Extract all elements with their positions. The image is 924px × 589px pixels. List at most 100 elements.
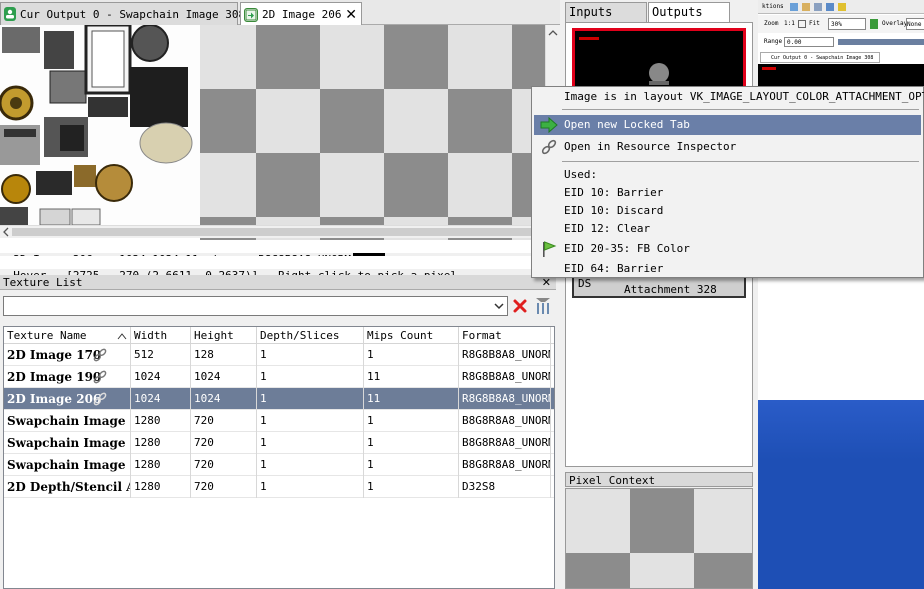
tab-2d-image-206[interactable]: 2D Image 206 ✕ — [240, 2, 362, 26]
actions-label: ktions — [762, 3, 784, 10]
texture-filter-combo[interactable] — [3, 296, 508, 316]
table-row[interactable]: Swapchain Image 3(1280 720 1 1 B8G8R8A8_UNOR… — [4, 410, 554, 432]
tab-inputs[interactable]: Inputs — [565, 2, 647, 22]
cell-format: R8G8B8A8_UNORM — [459, 366, 551, 388]
pixel-context-title: Pixel Context — [569, 474, 656, 487]
scroll-left-icon[interactable] — [1, 226, 11, 238]
table-row[interactable]: Swapchain Image 3(1280 720 1 1 B8G8R8A8_UNOR… — [4, 432, 555, 454]
checker-cell — [384, 89, 448, 153]
cell-extra: ( — [551, 454, 555, 476]
menu-used-label: Used: — [564, 168, 598, 181]
cell-depth: 1 — [257, 454, 364, 476]
range-label: Range — [764, 38, 783, 45]
arrow-up-icon[interactable] — [870, 19, 878, 29]
cell-width: 1280 — [131, 432, 191, 454]
table-header: Texture Name Width Height Depth/Slices M… — [4, 327, 554, 344]
clear-filter-icon[interactable] — [512, 298, 528, 314]
pixel-context-checker — [566, 489, 752, 588]
menu-separator — [562, 161, 919, 162]
menu-item-usage[interactable]: EID 64: Barrier — [534, 259, 921, 279]
render-preview — [579, 37, 669, 85]
menu-item-usage[interactable]: EID 20-35: FB Color — [534, 239, 921, 259]
cell-depth-text: 1 — [260, 392, 267, 405]
tab-cur-output[interactable]: Cur Output 0 - Swapchain Image 308 — [0, 2, 245, 25]
column-header-width[interactable]: Width — [131, 327, 191, 344]
hover-info-line: Hover - [2725, 270 (2.6611, 0.2637)] - R… — [0, 256, 560, 282]
cell-extra: ( — [551, 344, 554, 366]
range-min-field[interactable]: 0.00 — [784, 37, 834, 47]
table-row[interactable]: 2D Image 20610241024111R8G8B8A8_UNORM( — [4, 388, 554, 410]
cell-mips: 11 — [364, 366, 459, 388]
scroll-up-icon[interactable] — [546, 27, 560, 39]
column-header-extra[interactable]: ( — [551, 327, 554, 344]
star-icon[interactable] — [838, 3, 846, 11]
cell-extra-text: ( — [554, 436, 555, 449]
cell-format: B8G8R8A8_UNORM — [459, 432, 551, 454]
overlay-combo[interactable]: None — [906, 18, 924, 30]
cell-extra-text: ( — [554, 370, 555, 383]
menu-item-usage[interactable]: EID 10: Barrier — [534, 183, 921, 203]
folder-icon[interactable] — [802, 3, 810, 11]
cell-width-text: 1280 — [134, 414, 161, 427]
cell-height-text: 1024 — [194, 392, 221, 405]
menu-item-usage[interactable]: EID 10: Discard — [534, 201, 921, 221]
menu-item-usage[interactable]: EID 12: Clear — [534, 219, 921, 239]
cell-format-text: B8G8R8A8_UNORM — [462, 414, 551, 427]
link-icon[interactable] — [92, 347, 108, 363]
pixel-context-title-bar: Pixel Context — [565, 472, 753, 487]
table-row[interactable]: 2D Image 19010241024111R8G8B8A8_UNORM( — [4, 366, 555, 388]
green-flag-icon — [543, 241, 557, 257]
cell-depth: 1 — [257, 344, 364, 366]
settings-icon[interactable] — [826, 3, 834, 11]
cell-width: 1280 — [131, 454, 191, 476]
close-icon[interactable]: ✕ — [345, 7, 357, 23]
cell-mips: 11 — [364, 388, 459, 410]
cell-mips: 1 — [364, 476, 459, 498]
checker-cell — [384, 25, 448, 89]
cell-texture-name: 2D Image 190 — [4, 366, 131, 388]
overlay-label: Overlay — [882, 20, 908, 27]
column-header-depth[interactable]: Depth/Slices — [257, 327, 364, 344]
output-thumbnail[interactable] — [572, 28, 746, 92]
pixel-context-view[interactable] — [565, 488, 753, 589]
menu-separator — [562, 109, 919, 110]
cell-format: R8G8B8A8_UNORM — [459, 388, 551, 410]
fit-checkbox[interactable] — [798, 20, 806, 28]
cell-depth-text: 1 — [260, 458, 267, 471]
table-row[interactable]: Swapchain Image 3(1280 720 1 1 B8G8R8A8_UNOR… — [4, 454, 555, 476]
cell-height-text: 1024 — [194, 370, 221, 383]
chevron-down-icon[interactable] — [491, 297, 507, 315]
cell-depth: 1 — [257, 476, 364, 498]
cell-extra-text: ( — [554, 458, 555, 471]
column-header-height[interactable]: Height — [191, 327, 257, 344]
cell-texture-name: Swapchain Image 3( — [4, 410, 131, 432]
cell-format-text: B8G8R8A8_UNORM — [462, 458, 551, 471]
checker-cell — [200, 153, 256, 217]
column-header-texture-name[interactable]: Texture Name — [4, 327, 131, 344]
mini-tab[interactable]: Cur Output 0 - Swapchain Image 308 — [760, 52, 880, 63]
mini-zoom-bar: Zoom 1:1 Fit 30% Overlay None — [758, 15, 924, 33]
cell-mips-text: 1 — [367, 436, 374, 449]
scrollbar-thumb[interactable] — [12, 228, 542, 236]
cell-extra: ( — [551, 476, 554, 498]
column-header-format[interactable]: Format — [459, 327, 551, 344]
link-icon[interactable] — [92, 369, 108, 385]
cell-mips: 1 — [364, 410, 459, 432]
zoom-combo[interactable]: 30% — [828, 18, 866, 30]
table-row[interactable]: 2D Image 170 512 128 1 1 R8G8B8A8_UNORM( — [4, 344, 554, 366]
tab-outputs[interactable]: Outputs — [648, 2, 730, 22]
range-slider[interactable] — [838, 39, 924, 45]
save-icon[interactable] — [790, 3, 798, 11]
checker-cell — [320, 89, 384, 153]
column-filter-icon[interactable] — [535, 297, 551, 315]
column-header-mips[interactable]: Mips Count — [364, 327, 459, 344]
table-row[interactable]: 2D Depth/Stencil A1280 720 1 1 D32S8 ( — [4, 476, 554, 498]
menu-item-open-resource-inspector[interactable]: Open in Resource Inspector — [534, 137, 921, 157]
grid-icon[interactable] — [814, 3, 822, 11]
cell-mips: 1 — [364, 454, 459, 476]
menu-item-open-locked-tab[interactable]: Open new Locked Tab — [534, 115, 921, 135]
zoom-ratio[interactable]: 1:1 — [784, 15, 795, 33]
texture-viewer[interactable] — [0, 25, 560, 241]
link-icon[interactable] — [92, 391, 108, 407]
checker-cell — [448, 89, 512, 153]
